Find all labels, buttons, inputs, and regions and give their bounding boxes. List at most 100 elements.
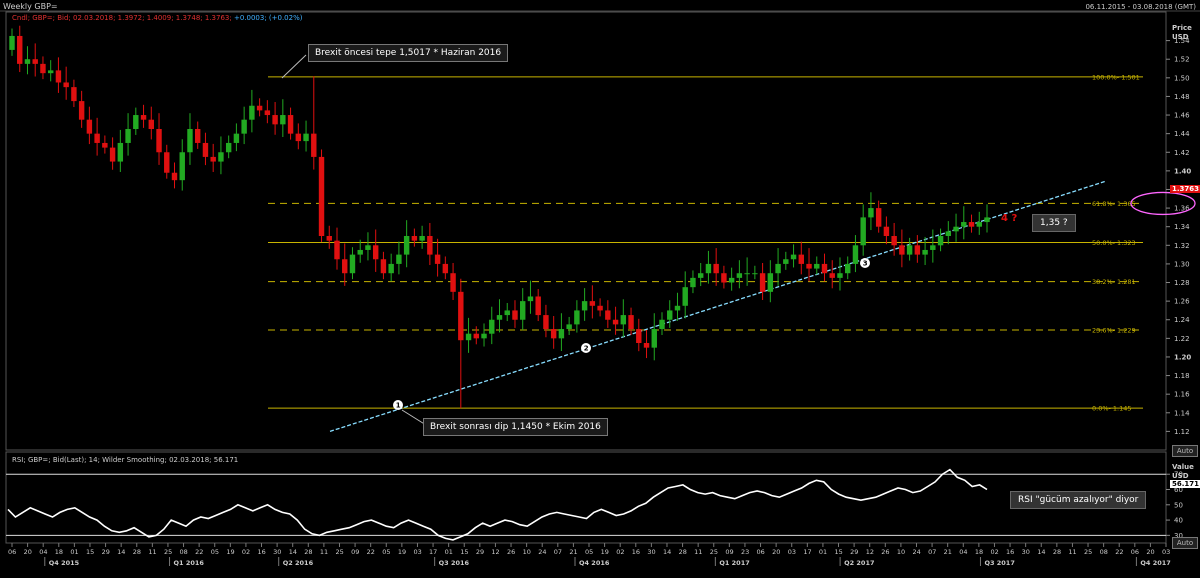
x-tick-label: 14 (289, 548, 297, 556)
rsi-value-label: 56.171 (1170, 480, 1200, 488)
candle-body (326, 236, 332, 241)
candle (829, 260, 835, 289)
candle (605, 300, 611, 328)
candle (821, 253, 828, 282)
x-tick-label: 21 (944, 548, 952, 556)
x-tick-label: 17 (803, 548, 811, 556)
price-tick-label: 1.16 (1174, 391, 1190, 399)
chart-window: 1.12 1.14 1.16 1.18 1.20 1.22 1.24 1.26 1.28 1.30… (0, 0, 1200, 578)
candle-body (380, 259, 387, 274)
rsi-tick-label: 50 (1174, 501, 1183, 509)
x-tick-label: 23 (741, 548, 749, 556)
rsi-note: RSI "gücüm azalıyor" diyor (1010, 491, 1147, 509)
candle-body (922, 249, 928, 255)
x-tick-label: 22 (367, 548, 375, 556)
candle-body (837, 273, 843, 278)
candle-body (520, 301, 526, 320)
candle-body (396, 254, 402, 264)
candle-body (427, 236, 433, 255)
x-tick-label: 25 (710, 548, 718, 556)
price-auto-scale-button[interactable]: Auto (1172, 445, 1198, 457)
candle (868, 192, 874, 231)
candle (937, 228, 944, 252)
candle (403, 220, 410, 268)
candle (697, 262, 704, 287)
candle (156, 113, 162, 165)
rsi-auto-scale-button[interactable]: Auto (1172, 537, 1198, 549)
x-tick-label: 25 (335, 548, 343, 556)
price-tick-label: 1.14 (1174, 409, 1190, 417)
candle-body (744, 273, 750, 275)
candle (434, 238, 441, 277)
candle-body (512, 310, 518, 320)
legend-symbol: Cndl; GBP=; Bid; (12, 14, 71, 22)
target-label: 1,35 ? (1032, 214, 1076, 232)
price-tick-label: 1.18 (1174, 372, 1190, 380)
candle (318, 149, 325, 242)
candle-body (968, 222, 975, 227)
candle-body (752, 273, 758, 275)
x-tick-label: 06 (8, 548, 16, 556)
x-tick-label: 14 (663, 548, 671, 556)
x-tick-label: 11 (1068, 548, 1076, 556)
x-tick-label: 11 (694, 548, 702, 556)
candle (187, 113, 193, 165)
candle-body (605, 310, 611, 320)
point-number: 2 (584, 345, 589, 353)
candle-body (349, 254, 356, 274)
candle-body (798, 254, 804, 264)
x-tick-label: 01 (819, 548, 827, 556)
x-tick-label: 22 (1115, 548, 1123, 556)
price-tick-label: 1.24 (1174, 316, 1190, 324)
legend-values: 02.03.2018; 1.3972; 1.4009; 1.3748; 1.37… (72, 14, 232, 22)
x-tick-label: 26 (881, 548, 889, 556)
candle-body (303, 133, 309, 142)
candle-body (589, 301, 596, 306)
candle-body (365, 245, 371, 250)
x-tick-label: 12 (491, 548, 499, 556)
x-tick-label: 15 (835, 548, 843, 556)
candle (481, 323, 487, 347)
candle (906, 237, 913, 261)
x-tick-label: 11 (148, 548, 156, 556)
price-tick-label: 1.34 (1174, 223, 1190, 231)
candle-body (133, 115, 139, 129)
candle-body (504, 310, 510, 316)
quarter-label: Q4 2016 (579, 559, 610, 567)
x-tick-label: 07 (554, 548, 562, 556)
price-tick-label: 1.20 (1174, 353, 1191, 361)
price-tick-label: 1.44 (1174, 130, 1190, 138)
candle (210, 143, 216, 172)
x-tick-label: 02 (616, 548, 624, 556)
candle-body (311, 133, 317, 157)
candle (63, 66, 69, 100)
candle-body (156, 129, 162, 153)
candle-body (713, 263, 719, 274)
quarter-label: Q3 2017 (984, 559, 1014, 567)
candle-body (845, 263, 851, 274)
fib-level-label: 38.2%- 1.281 (1092, 278, 1136, 286)
candle (109, 137, 116, 170)
candle-body (597, 305, 603, 311)
candle (295, 123, 302, 150)
candle-body (906, 245, 913, 255)
candle-body (721, 273, 727, 283)
x-tick-label: 24 (538, 548, 546, 556)
candle-body (17, 35, 23, 64)
rsi-legend: RSI; GBP=; Bid(Last); 14; Wilder Smoothi… (12, 456, 239, 464)
candle-body (930, 245, 936, 250)
candle (195, 121, 201, 149)
candle-body (496, 315, 503, 320)
x-tick-label: 12 (866, 548, 874, 556)
x-tick-label: 14 (1037, 548, 1045, 556)
price-tick-label: 1.50 (1174, 74, 1190, 82)
candle (450, 262, 456, 301)
candle (961, 206, 967, 240)
quarter-label: Q2 2016 (283, 559, 314, 567)
candle (512, 300, 518, 328)
candle-body (667, 310, 673, 320)
candle-body (140, 115, 147, 120)
candle-body (574, 310, 580, 325)
candle (125, 113, 131, 156)
x-tick-label: 15 (460, 548, 468, 556)
